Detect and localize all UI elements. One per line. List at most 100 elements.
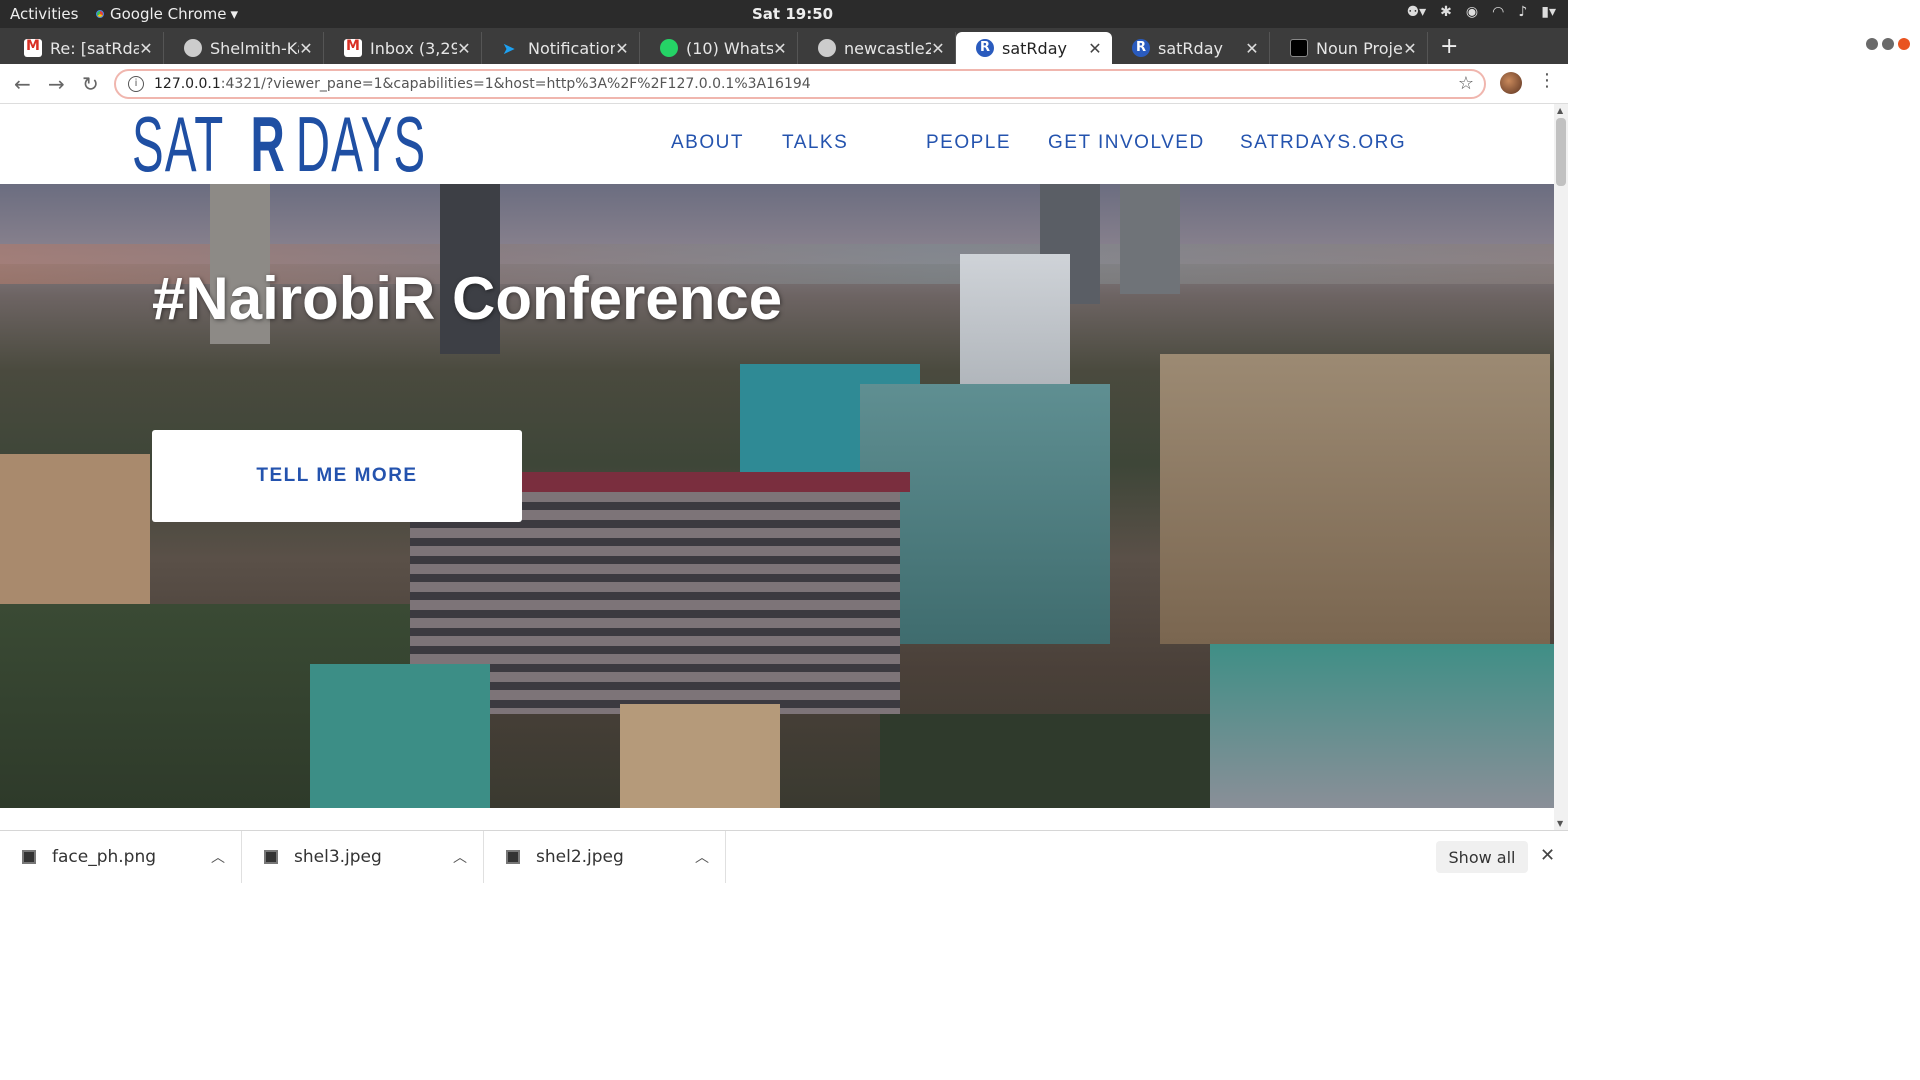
app-menu[interactable]: Google Chrome ▾ [94, 5, 238, 23]
chevron-up-icon[interactable]: ︿ [453, 847, 483, 867]
close-icon[interactable]: ✕ [1245, 39, 1259, 58]
tab-label: (10) WhatsA [686, 38, 773, 58]
tab-gmail-reply[interactable]: Re: [satRday ✕ [4, 32, 164, 64]
forward-arrow-icon[interactable]: → [48, 72, 65, 96]
download-item[interactable]: shel3.jpeg ︿ [242, 831, 484, 883]
tab-label: Shelmith-Ka [210, 38, 299, 58]
profile-avatar[interactable] [1500, 72, 1522, 94]
scroll-down-icon[interactable]: ▼ [1557, 819, 1563, 828]
chevron-up-icon[interactable]: ︿ [695, 847, 725, 867]
minimize-button[interactable] [1866, 38, 1878, 50]
close-icon[interactable]: ✕ [615, 39, 629, 58]
tell-me-more-button[interactable]: TELL ME MORE [152, 430, 522, 522]
tab-label: satRday [1002, 38, 1067, 58]
close-icon[interactable]: ✕ [1403, 39, 1417, 58]
battery-icon[interactable]: ▮▾ [1541, 4, 1556, 20]
chevron-up-icon[interactable]: ︿ [211, 847, 241, 867]
close-icon[interactable]: ✕ [299, 39, 313, 58]
window-close-button[interactable] [1898, 38, 1910, 50]
activities-button[interactable]: Activities [10, 5, 78, 23]
page-viewport: SAT R DAYS ABOUT TALKS PEOPLE GET INVOLVED… [0, 104, 1554, 830]
nav-get-involved[interactable]: GET INVOLVED [1048, 132, 1205, 154]
tab-github-newcastle[interactable]: newcastle2( ✕ [798, 32, 956, 64]
slack-icon[interactable]: ✱ [1440, 4, 1452, 20]
nav-satrdays-org[interactable]: SATRDAYS.ORG [1240, 132, 1406, 154]
download-filename: face_ph.png [52, 847, 157, 867]
building-green-roof [310, 664, 490, 808]
building-small [620, 704, 780, 808]
tab-label: Noun Projec [1316, 38, 1403, 58]
download-filename: shel3.jpeg [294, 847, 382, 867]
nav-people[interactable]: PEOPLE [926, 132, 1011, 154]
gmail-icon [24, 38, 42, 57]
tab-label: satRday [1158, 38, 1223, 58]
tab-label: Inbox (3,299 [370, 38, 457, 58]
r-icon: R [976, 39, 994, 57]
caret-down-icon: ▾ [230, 5, 239, 23]
volume-icon[interactable]: ♪ [1518, 4, 1527, 20]
hero-title: #NairobiR Conference [152, 265, 783, 332]
file-icon [506, 850, 520, 864]
tab-label: Notification [528, 38, 615, 58]
file-icon [264, 850, 278, 864]
address-bar[interactable]: i 127.0.0.1:4321/?viewer_pane=1&capabili… [114, 69, 1486, 99]
twitter-icon: ➤ [502, 39, 516, 58]
site-header: SAT R DAYS ABOUT TALKS PEOPLE GET INVOLVED… [0, 104, 1554, 184]
satrdays-logo[interactable]: SAT R DAYS [132, 104, 557, 188]
tower [1120, 184, 1180, 294]
close-icon[interactable]: ✕ [1540, 845, 1555, 866]
accessibility-icon[interactable]: ⚉▾ [1407, 4, 1427, 20]
window-controls [1866, 38, 1910, 50]
bookmark-star-icon[interactable]: ☆ [1458, 73, 1474, 94]
system-tray[interactable]: ⚉▾ ✱ ◉ ◠ ♪ ▮▾ [1407, 4, 1556, 20]
tab-satrday-active[interactable]: R satRday ✕ [956, 32, 1112, 64]
download-item[interactable]: face_ph.png ︿ [0, 831, 242, 883]
url-host: 127.0.0.1 [154, 76, 221, 92]
scroll-up-icon[interactable]: ▲ [1557, 106, 1563, 115]
chrome-menu-icon[interactable]: ⋮ [1538, 70, 1556, 91]
close-icon[interactable]: ✕ [773, 39, 787, 58]
close-icon[interactable]: ✕ [139, 39, 153, 58]
maximize-button[interactable] [1882, 38, 1894, 50]
clock[interactable]: Sat 19:50 [752, 5, 833, 23]
tab-whatsapp[interactable]: (10) WhatsA ✕ [640, 32, 798, 64]
trees-bottom [880, 714, 1210, 808]
github-icon [184, 39, 202, 57]
tab-noun-project[interactable]: Noun Projec ✕ [1270, 32, 1428, 64]
tab-satrday[interactable]: R satRday ✕ [1112, 32, 1270, 64]
download-item[interactable]: shel2.jpeg ︿ [484, 831, 726, 883]
url-path: :4321/?viewer_pane=1&capabilities=1&host… [220, 76, 811, 92]
tab-strip: Re: [satRday ✕ Shelmith-Ka ✕ Inbox (3,29… [0, 28, 1568, 64]
hero-banner-cityscape: #NairobiR Conference TELL ME MORE [0, 184, 1554, 808]
building-lit [1160, 354, 1550, 644]
whatsapp-icon [660, 39, 678, 57]
page-scrollbar[interactable]: ▲ ▼ [1554, 104, 1568, 830]
close-icon[interactable]: ✕ [931, 39, 945, 58]
info-icon[interactable]: i [128, 76, 144, 92]
tab-twitter-notifications[interactable]: ➤ Notification ✕ [482, 32, 640, 64]
r-icon: R [1132, 39, 1150, 57]
tab-gmail-inbox[interactable]: Inbox (3,299 ✕ [324, 32, 482, 64]
scrollbar-thumb[interactable] [1556, 118, 1566, 186]
logo-text-sat: SAT [132, 104, 225, 188]
new-tab-button[interactable]: + [1440, 34, 1458, 59]
browser-toolbar: ← → ↻ i 127.0.0.1:4321/?viewer_pane=1&ca… [0, 64, 1568, 104]
app-menu-label: Google Chrome [110, 5, 227, 23]
reload-icon[interactable]: ↻ [82, 72, 99, 96]
close-icon[interactable]: ✕ [1088, 39, 1102, 58]
download-filename: shel2.jpeg [536, 847, 624, 867]
gmail-icon [344, 38, 362, 57]
show-all-button[interactable]: Show all [1436, 841, 1528, 873]
zoom-icon[interactable]: ◉ [1466, 4, 1478, 20]
noun-project-icon [1290, 39, 1308, 57]
tab-label: Re: [satRday [50, 38, 139, 58]
nav-talks[interactable]: TALKS [782, 132, 848, 154]
logo-text-days: DAYS [296, 104, 427, 188]
logo-text-r: R [250, 104, 286, 188]
nav-about[interactable]: ABOUT [671, 132, 744, 154]
tab-github-shelmith[interactable]: Shelmith-Ka ✕ [164, 32, 324, 64]
back-arrow-icon[interactable]: ← [14, 72, 31, 96]
system-top-bar: Activities Google Chrome ▾ Sat 19:50 ⚉▾ … [0, 0, 1568, 28]
wifi-icon[interactable]: ◠ [1492, 4, 1504, 20]
close-icon[interactable]: ✕ [457, 39, 471, 58]
